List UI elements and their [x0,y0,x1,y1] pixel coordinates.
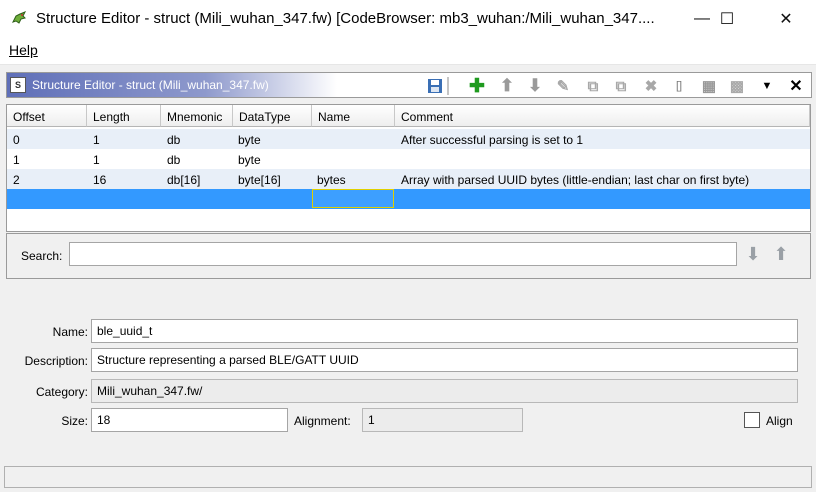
alignment-label: Alignment: [294,414,351,428]
column-header-name[interactable]: Name [312,105,395,127]
move-down-button[interactable]: ⬇ [525,76,545,96]
duplicate-multiple-button[interactable]: ⧉ [611,76,631,96]
cell-mnemonic: db[16] [167,173,201,187]
align-checkbox[interactable] [744,412,760,428]
cell-offset: 0 [13,133,20,147]
delete-button[interactable]: ✖ [641,76,661,96]
save-button[interactable] [425,76,445,96]
create-structure-button[interactable]: ▩ [727,76,747,96]
category-label: Category: [35,385,88,399]
toolbar-separator [447,77,449,95]
name-cell-focus[interactable] [312,189,394,208]
title-bar: Structure Editor - struct (Mili_wuhan_34… [0,0,816,38]
cell-name: bytes [317,173,346,187]
cell-length: 16 [93,173,107,187]
search-label: Search: [21,249,63,263]
table-row-selected-empty[interactable] [7,189,810,209]
save-icon [428,79,442,93]
category-field: Mili_wuhan_347.fw/ [91,379,798,403]
panel-title: Structure Editor - struct (Mili_wuhan_34… [32,78,269,92]
cell-length: 1 [93,133,100,147]
cell-datatype: byte [238,153,261,167]
column-header-comment[interactable]: Comment [395,105,810,127]
column-header-length[interactable]: Length [87,105,161,127]
cell-offset: 1 [13,153,20,167]
search-next-button[interactable]: ⬇ [742,244,764,266]
align-label: Align [766,414,793,428]
panel-menu-button[interactable]: ▼ [757,76,777,96]
column-header-mnemonic[interactable]: Mnemonic [161,105,233,127]
status-bar [4,466,812,488]
edit-button[interactable]: ✎ [553,76,573,96]
cell-mnemonic: db [167,153,181,167]
search-input[interactable] [69,242,737,266]
description-label: Description: [24,354,88,368]
menu-bar: Help [0,38,816,65]
add-button[interactable]: ✚ [467,76,487,97]
arrow-up-icon: ⬆ [773,244,789,264]
duplicate-button[interactable]: ⧉ [583,76,603,96]
cell-length: 1 [93,153,100,167]
menu-help[interactable]: Help [9,42,38,58]
description-field[interactable]: Structure representing a parsed BLE/GATT… [91,348,798,372]
arrow-down-icon: ⬇ [745,244,761,264]
cell-comment: Array with parsed UUID bytes (little-end… [401,173,750,187]
array-button[interactable]: [] [669,76,689,96]
cell-offset: 2 [13,173,20,187]
table-row[interactable]: 1 1 db byte [7,149,810,169]
ghidra-dragon-icon [12,11,27,24]
name-field[interactable]: ble_uuid_t [91,319,798,343]
size-label: Size: [61,414,88,428]
size-field[interactable]: 18 [91,408,288,432]
structure-icon: S [10,77,26,93]
name-label: Name: [52,325,88,339]
unpackage-button[interactable]: ▦ [699,76,719,96]
table-row[interactable]: 2 16 db[16] byte[16] bytes Array with pa… [7,169,810,189]
table-empty-area [7,209,810,231]
cell-datatype: byte[16] [238,173,281,187]
search-panel: Search: ⬇ ⬆ [6,233,811,279]
search-previous-button[interactable]: ⬆ [770,244,792,266]
window-title: Structure Editor - struct (Mili_wuhan_34… [36,10,655,27]
table-row[interactable]: 0 1 db byte After successful parsing is … [7,129,810,149]
menu-help-label: Help [9,42,38,58]
cell-mnemonic: db [167,133,181,147]
cell-comment: After successful parsing is set to 1 [401,133,584,147]
panel-close-button[interactable]: ✕ [786,76,806,96]
alignment-field: 1 [362,408,523,432]
close-window-button[interactable]: ✕ [763,0,809,38]
move-up-button[interactable]: ⬆ [497,76,517,96]
structure-editor-panel-header: S Structure Editor - struct (Mili_wuhan_… [6,72,812,98]
column-header-datatype[interactable]: DataType [233,105,312,127]
maximize-button[interactable]: ☐ [704,0,750,38]
column-header-offset[interactable]: Offset [7,105,87,127]
structure-components-table: Offset Length Mnemonic DataType Name Com… [6,104,811,232]
cell-datatype: byte [238,133,261,147]
